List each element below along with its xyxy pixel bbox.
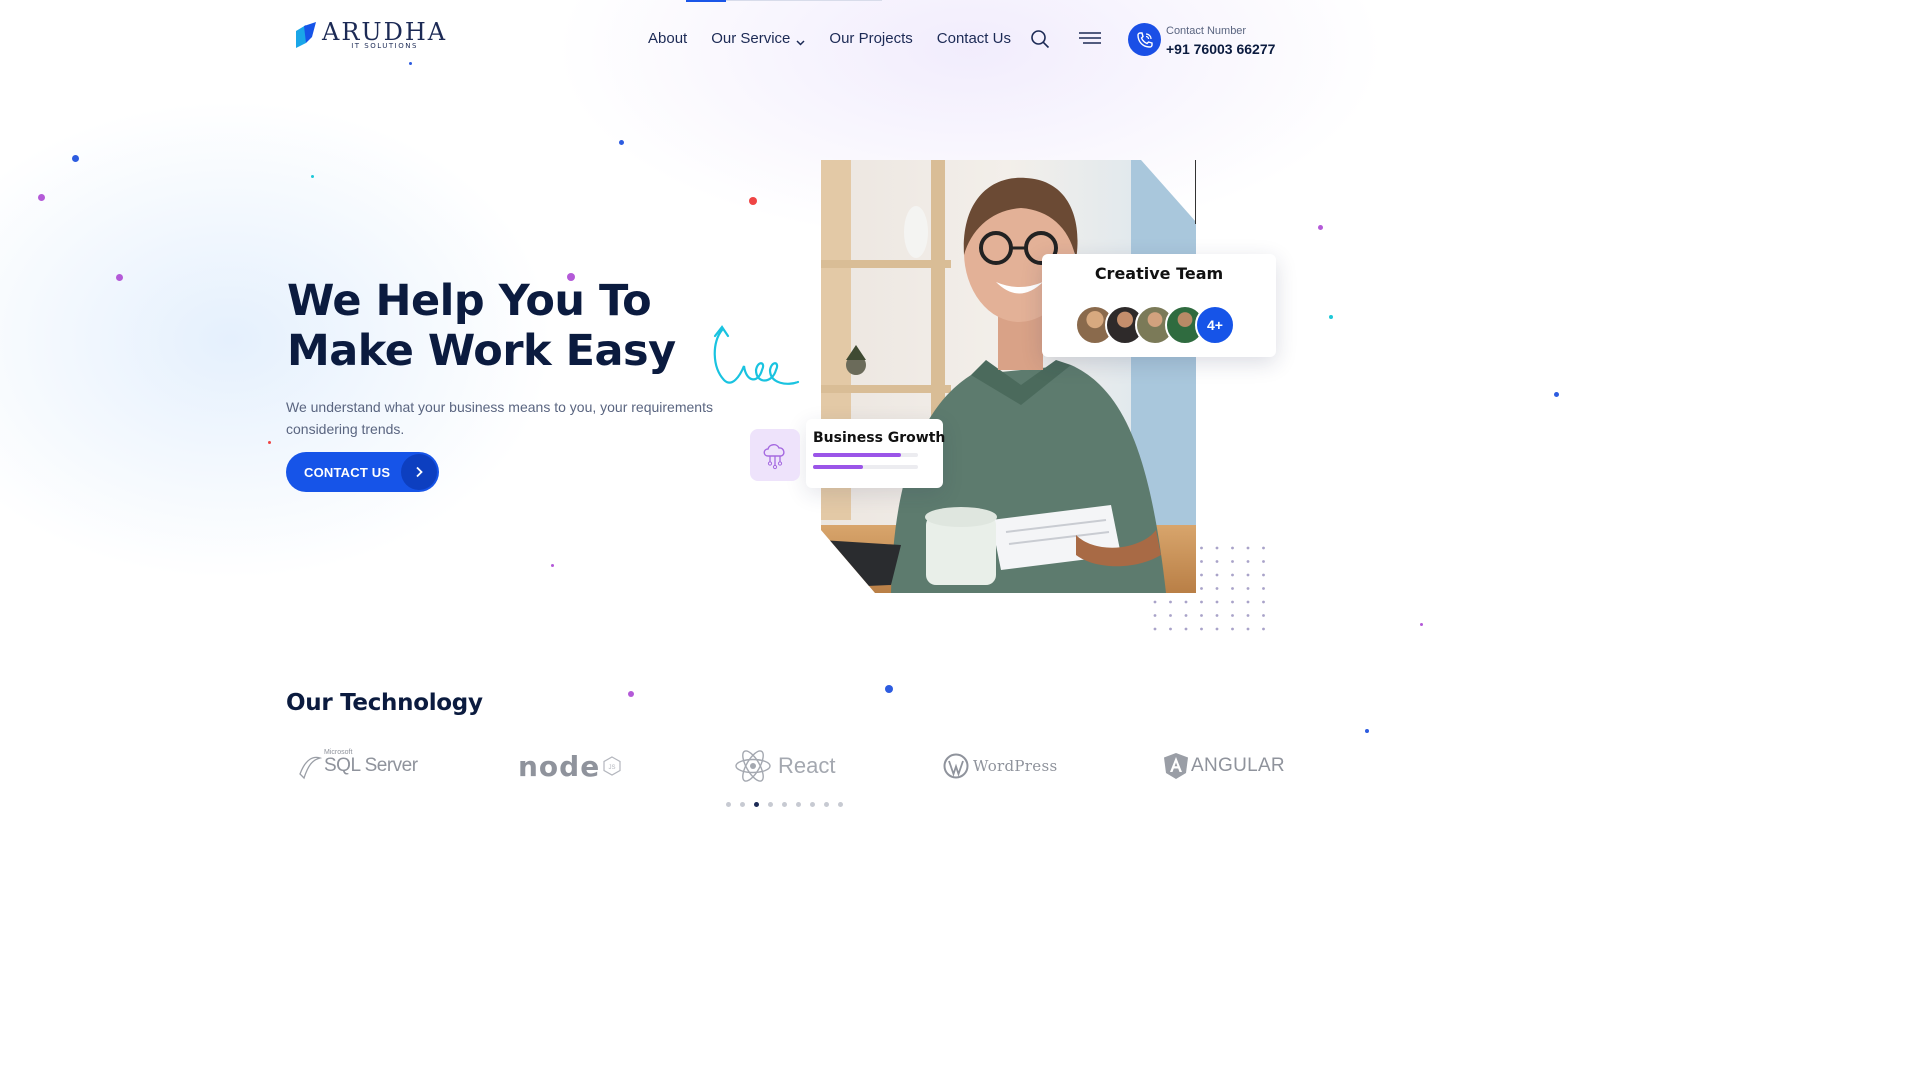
sql-server-icon (299, 756, 322, 780)
nav-contact-us[interactable]: Contact Us (937, 30, 1011, 47)
angular-label: ANGULAR (1191, 755, 1285, 776)
logo-mark-icon (294, 21, 318, 49)
hero-photo (821, 160, 1196, 593)
carousel-dot[interactable] (810, 802, 815, 807)
more-members-badge[interactable]: 4+ (1195, 305, 1235, 345)
nav-our-service-label: Our Service (711, 30, 791, 47)
carousel-dot[interactable] (740, 802, 745, 807)
contact-us-button-label: CONTACT US (304, 464, 391, 480)
nav-contact-us-label: Contact Us (936, 30, 1011, 47)
hero-description: We understand what your business means t… (286, 399, 713, 437)
node-label: node (518, 749, 601, 783)
business-growth-title: Business Growth (813, 430, 946, 446)
team-avatars: 4+ (1075, 305, 1235, 345)
carousel-dot[interactable] (838, 802, 843, 807)
contact-number[interactable]: +91 76003 66277 (1166, 41, 1275, 57)
nav-our-service[interactable]: Our Service (711, 30, 805, 47)
carousel-dot[interactable] (726, 802, 731, 807)
carousel-dot[interactable] (796, 802, 801, 807)
brand-name: ARUDHA (322, 18, 448, 46)
wordpress-logo[interactable]: WordPress (943, 744, 1057, 788)
creative-team-title: Creative Team (1094, 264, 1224, 283)
carousel-dot[interactable] (782, 802, 787, 807)
sql-server-logo[interactable]: Microsoft SQL Server (298, 744, 418, 788)
carousel-dot[interactable] (754, 802, 759, 807)
angular-shield-icon (1164, 753, 1188, 779)
wordpress-icon (943, 753, 969, 779)
carousel-dot[interactable] (768, 802, 773, 807)
cloud-network-icon (750, 429, 800, 481)
svg-text:JS: JS (609, 765, 616, 771)
phone-icon[interactable] (1128, 23, 1161, 56)
growth-progress-bar-2 (813, 465, 864, 469)
nav-our-projects[interactable]: Our Projects (829, 30, 912, 47)
creative-team-card: Creative Team 4+ (1042, 254, 1276, 357)
hero-title: We Help You To Make Work Easy (287, 276, 676, 376)
carousel-pagination (726, 802, 843, 807)
chevron-down-icon (796, 34, 805, 46)
node-logo[interactable]: node JS (518, 744, 621, 788)
react-logo[interactable]: React (734, 744, 835, 788)
decorative-dot-grid (1150, 545, 1270, 637)
js-hexagon-icon: JS (603, 756, 621, 776)
decorative-squiggle-arrow (710, 322, 800, 390)
react-label: React (778, 753, 836, 778)
growth-progress-track-1 (813, 453, 918, 457)
brand-logo[interactable]: ARUDHA IT SOLUTIONS (294, 20, 447, 50)
growth-progress-bar-1 (813, 453, 902, 457)
search-icon[interactable] (1030, 29, 1050, 49)
wordpress-label: WordPress (973, 757, 1058, 775)
contact-us-button[interactable]: CONTACT US (286, 452, 439, 492)
react-atom-icon (735, 750, 771, 782)
sql-server-small-label: Microsoft (324, 749, 353, 756)
carousel-dot[interactable] (824, 802, 829, 807)
technology-section-title: Our Technology (286, 690, 483, 716)
main-nav: About Our Service Our Projects Contact U… (648, 30, 1035, 47)
growth-progress-track-2 (813, 465, 918, 469)
angular-logo[interactable]: ANGULAR (1163, 744, 1285, 788)
nav-about-label: About (648, 30, 688, 47)
nav-about[interactable]: About (648, 30, 687, 47)
nav-our-projects-label: Our Projects (829, 30, 913, 47)
business-growth-card: Business Growth (806, 419, 946, 488)
contact-number-label: Contact Number (1166, 25, 1247, 37)
hamburger-menu-icon[interactable] (1078, 31, 1102, 47)
chevron-right-icon (401, 454, 437, 490)
sql-server-label: SQL Server (324, 755, 418, 776)
